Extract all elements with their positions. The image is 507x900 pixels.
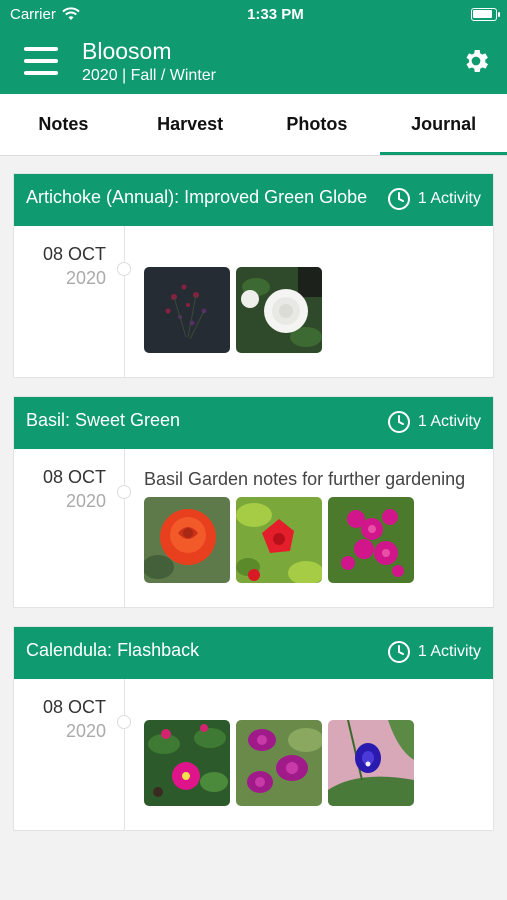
entry-content [125,226,493,377]
activity-count[interactable]: 1 Activity [387,409,481,434]
purple-orchid-photo[interactable] [236,720,322,806]
journal-card[interactable]: Basil: Sweet Green 1 Activity 08 OCT 202… [13,396,494,608]
entry-content: Basil Garden notes for further gardening [125,449,493,607]
activity-count[interactable]: 1 Activity [387,639,481,664]
dark-flower-photo[interactable] [144,267,230,353]
timeline-line [117,226,131,377]
timeline-line [117,449,131,607]
card-header: Calendula: Flashback 1 Activity [14,627,493,679]
photo-row [144,497,481,583]
battery-icon [470,7,500,21]
journal-card[interactable]: Artichoke (Annual): Improved Green Globe… [13,173,494,378]
activity-label: 1 Activity [417,643,481,660]
tab-bar: Notes Harvest Photos Journal [0,94,507,156]
entry-content [125,679,493,830]
timeline-dot [117,485,131,499]
blue-pea-flower-photo[interactable] [328,720,414,806]
entry-day-month: 08 OCT [42,467,106,487]
entry-date: 08 OCT 2020 [14,226,124,377]
app-bar: Bloosom 2020 | Fall / Winter [0,28,507,94]
activity-label: 1 Activity [417,190,481,207]
activity-count[interactable]: 1 Activity [387,186,481,211]
pink-flower-bush-photo[interactable] [144,720,230,806]
season-subtitle: 2020 | Fall / Winter [82,66,216,84]
red-rose-photo[interactable] [144,497,230,583]
clock-icon [387,411,410,433]
entry-day-month: 08 OCT [42,244,106,264]
card-body: 08 OCT 2020 [14,226,493,377]
journal-card[interactable]: Calendula: Flashback 1 Activity 08 OCT 2… [13,626,494,831]
wifi-icon [62,7,80,20]
entry-day-month: 08 OCT [42,697,106,717]
settings-gear-icon[interactable] [461,46,491,76]
clock-time: 1:33 PM [247,5,304,23]
clock-icon [387,188,410,210]
entry-year: 2020 [65,268,106,288]
entry-date: 08 OCT 2020 [14,679,124,830]
activity-label: 1 Activity [417,413,481,430]
carrier-label: Carrier [10,5,56,23]
tab-harvest[interactable]: Harvest [127,94,254,155]
red-hibiscus-photo[interactable] [236,497,322,583]
entry-year: 2020 [65,721,106,741]
menu-icon[interactable] [24,47,58,75]
tab-notes[interactable]: Notes [0,94,127,155]
clock-icon [387,641,410,663]
card-header: Basil: Sweet Green 1 Activity [14,397,493,449]
pink-bougainvillea-photo[interactable] [328,497,414,583]
timeline-dot [117,715,131,729]
photo-row [144,720,481,806]
plant-name: Artichoke (Annual): Improved Green Globe [26,187,368,207]
plant-name: Basil: Sweet Green [26,410,181,430]
tab-journal[interactable]: Journal [380,94,507,155]
timeline-line [117,679,131,830]
card-body: 08 OCT 2020 Basil Garden notes for furth… [14,449,493,607]
plant-name: Calendula: Flashback [26,640,200,660]
app-title: Bloosom [82,37,172,64]
entry-year: 2020 [65,491,106,511]
photo-row [144,267,481,353]
journal-list: Artichoke (Annual): Improved Green Globe… [0,156,507,831]
white-gardenia-photo[interactable] [236,267,322,353]
entry-date: 08 OCT 2020 [14,449,124,607]
entry-note: Basil Garden notes for further gardening [144,469,466,489]
card-header: Artichoke (Annual): Improved Green Globe… [14,174,493,226]
card-body: 08 OCT 2020 [14,679,493,830]
timeline-dot [117,262,131,276]
status-bar: Carrier 1:33 PM [0,0,507,28]
tab-photos[interactable]: Photos [254,94,381,155]
